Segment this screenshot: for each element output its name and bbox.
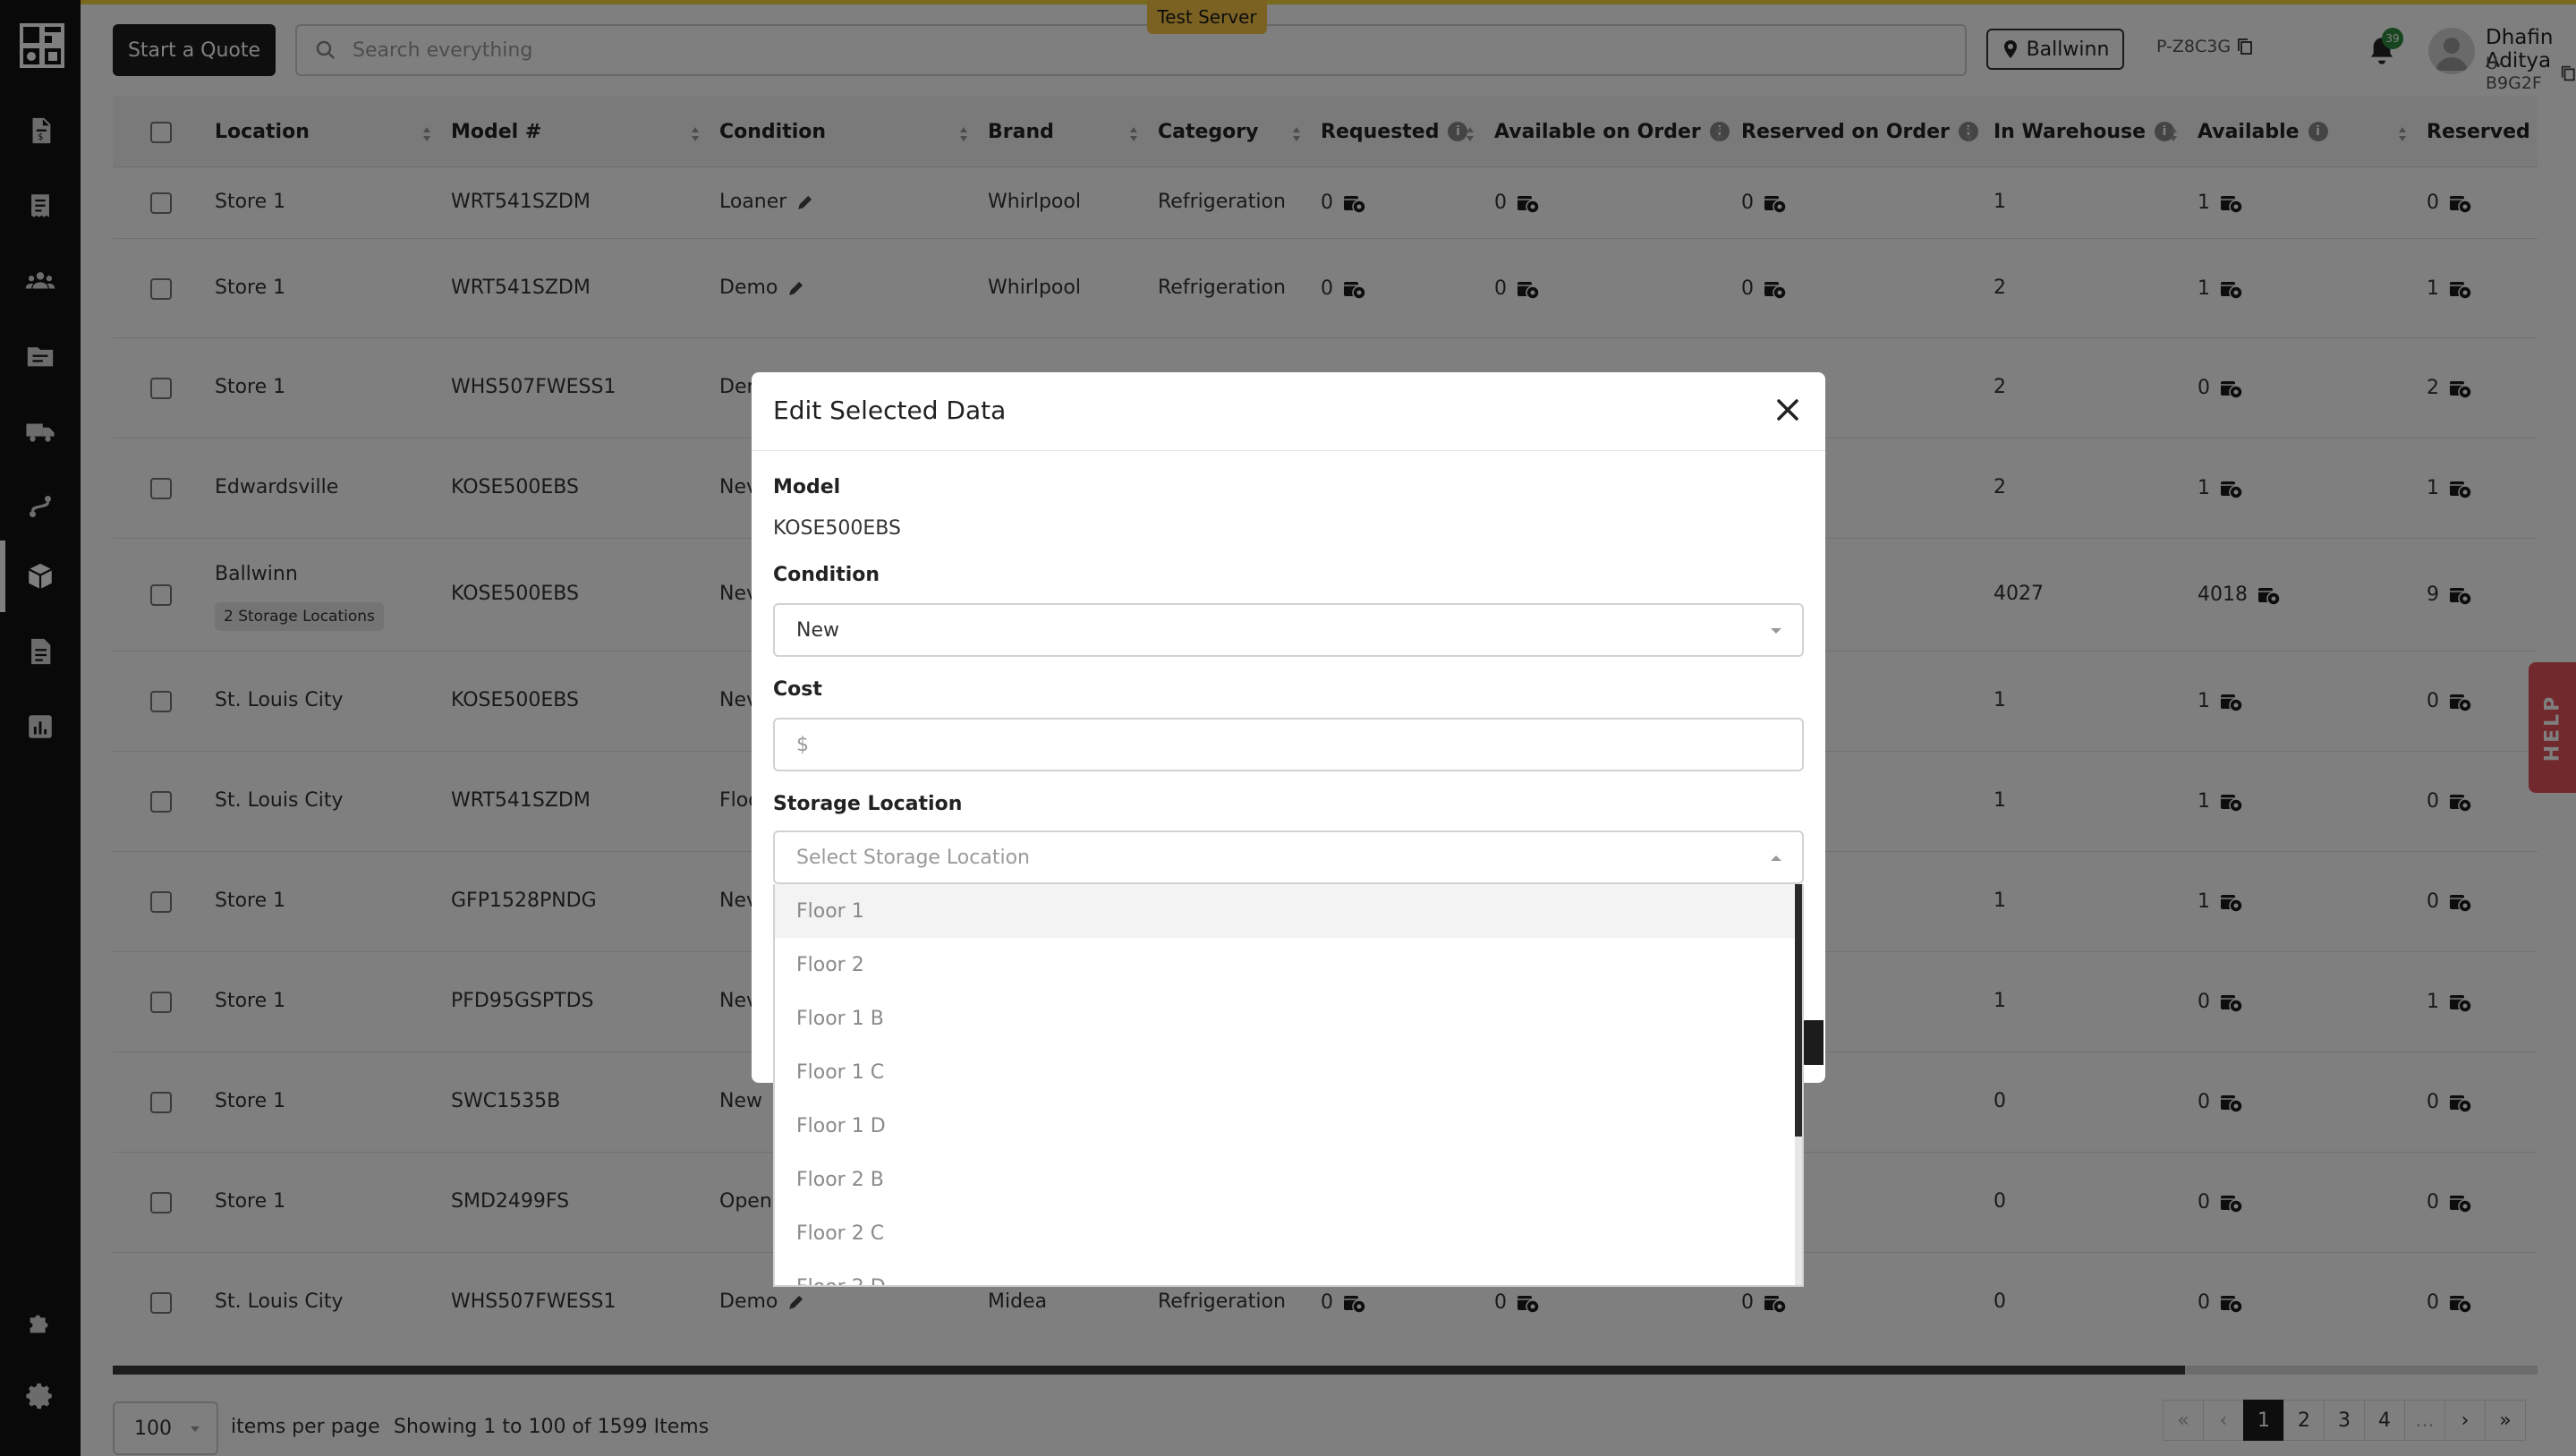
modal-title: Edit Selected Data [773,396,1007,425]
dropdown-scrollbar-thumb[interactable] [1795,884,1802,1137]
storage-location-label: Storage Location [773,793,963,815]
cost-placeholder: $ [796,733,809,756]
modal-header: Edit Selected Data [752,372,1825,451]
storage-option[interactable]: Floor 1 D [775,1099,1795,1153]
storage-location-options: Floor 1 Floor 2 Floor 1 B Floor 1 C Floo… [773,884,1804,1287]
model-label: Model [773,476,841,498]
cost-label: Cost [773,678,822,701]
storage-option[interactable]: Floor 1 B [775,992,1795,1045]
storage-option[interactable]: Floor 1 [775,884,1795,938]
storage-option[interactable]: Floor 1 C [775,1045,1795,1099]
storage-option[interactable]: Floor 2 [775,938,1795,992]
chevron-down-icon [1771,628,1781,634]
condition-select-value: New [796,618,839,642]
storage-location-placeholder: Select Storage Location [796,846,1030,869]
condition-select[interactable]: New [773,603,1804,657]
storage-option[interactable]: Floor 2 B [775,1153,1795,1206]
condition-label: Condition [773,564,880,586]
storage-option[interactable]: Floor 2 D [775,1260,1795,1286]
model-value: KOSE500EBS [773,517,901,540]
close-icon[interactable] [1773,396,1802,424]
cost-input[interactable]: $ [773,718,1804,771]
storage-location-select[interactable]: Select Storage Location [773,830,1804,884]
storage-option[interactable]: Floor 2 C [775,1206,1795,1260]
chevron-up-icon [1771,856,1781,861]
